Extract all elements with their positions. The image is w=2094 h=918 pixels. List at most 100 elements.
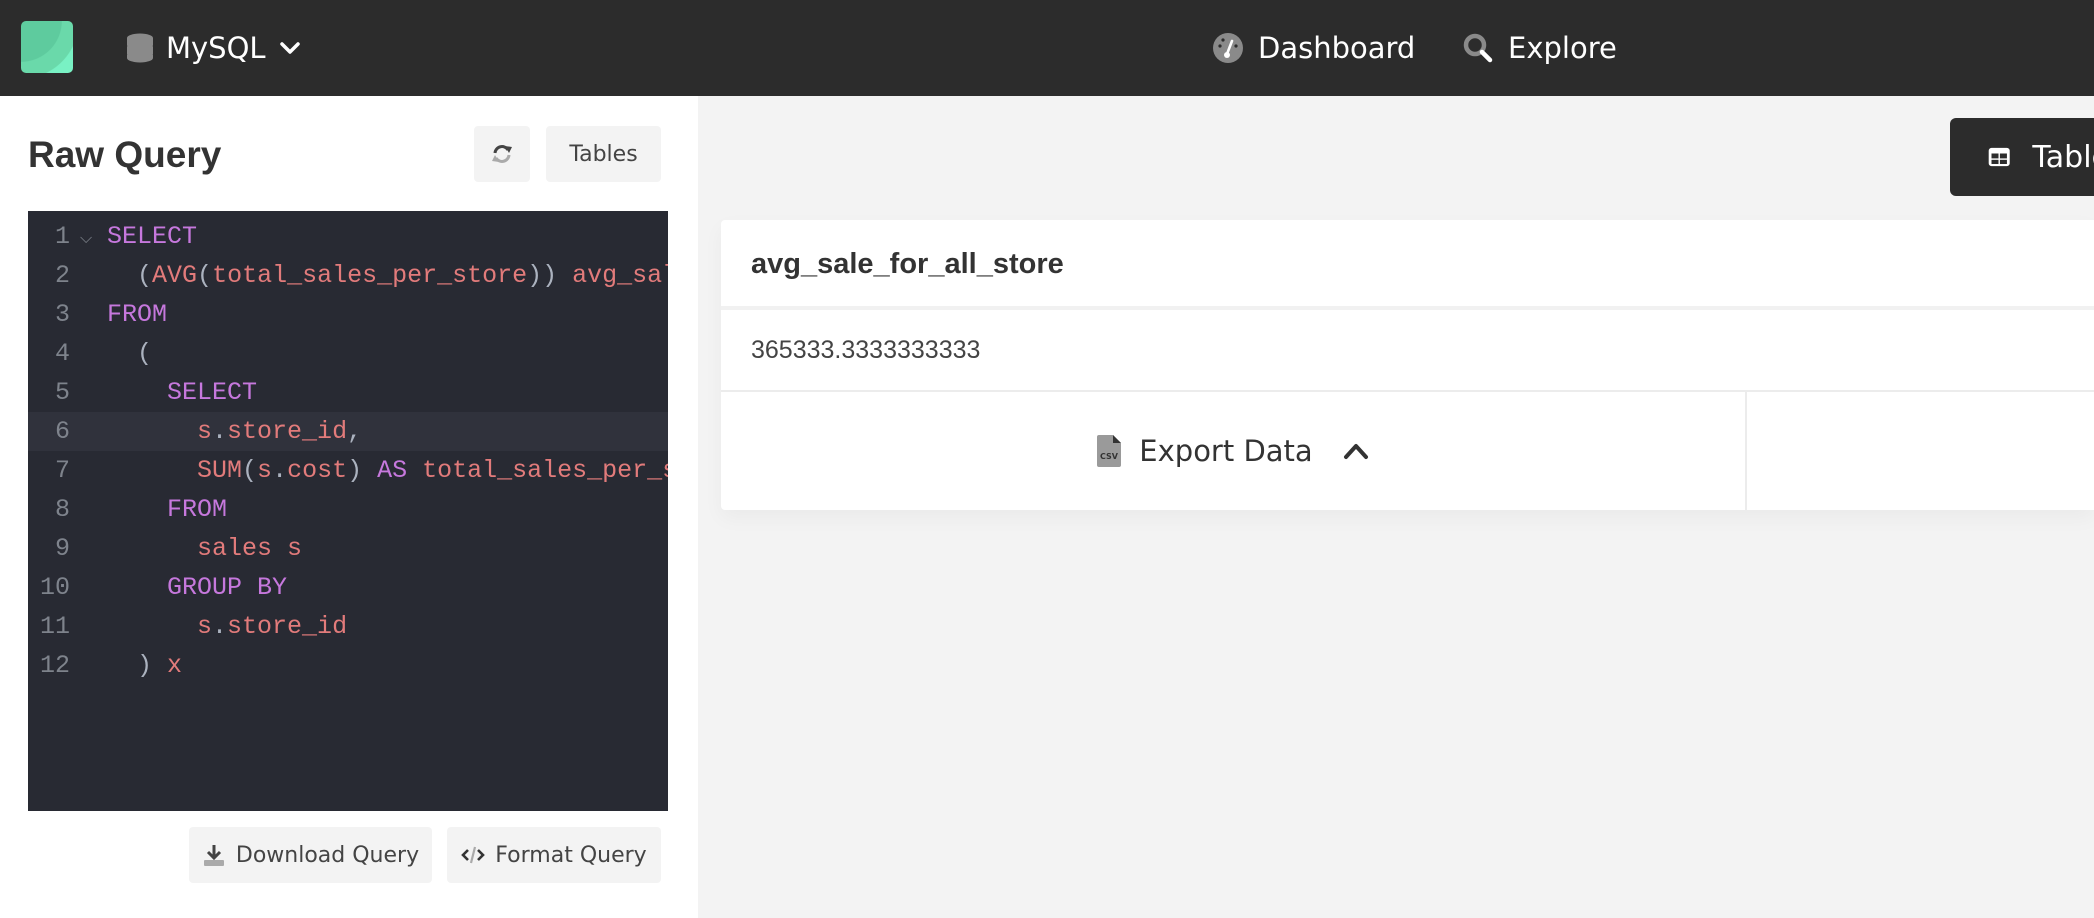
sql-token: SUM <box>197 456 243 485</box>
export-data-button[interactable]: CSV Export Data <box>721 392 1747 510</box>
code-line[interactable]: 12 ) x <box>28 646 668 685</box>
sql-token: , <box>347 417 363 446</box>
svg-text:CSV: CSV <box>1100 452 1119 461</box>
search-icon <box>1463 33 1493 63</box>
line-number: 5 <box>54 378 70 407</box>
code-icon <box>461 846 486 864</box>
tables-button-label: Tables <box>569 141 638 167</box>
line-number: 3 <box>54 300 70 329</box>
line-number: 11 <box>39 612 70 641</box>
code-text: SELECT <box>107 217 197 256</box>
export-data-label: Export Data <box>1139 434 1313 468</box>
database-icon <box>127 33 153 63</box>
chevron-up-icon <box>1343 444 1368 459</box>
code-line[interactable]: 5 SELECT <box>28 373 668 412</box>
sql-token: . <box>212 612 228 641</box>
sql-keyword: SELECT <box>107 222 198 251</box>
code-text: (AVG(total_sales_per_store)) avg_sale_fo… <box>107 256 668 295</box>
code-text: s.store_id, <box>107 412 362 451</box>
result-table: avg_sale_for_all_store 365333.3333333333… <box>721 220 2094 510</box>
nav-explore[interactable]: Explore <box>1462 26 1617 70</box>
database-selector[interactable]: MySQL <box>126 28 302 68</box>
view-tab-label: Table <box>2032 139 2094 175</box>
download-query-button[interactable]: Download Query <box>189 827 432 883</box>
sql-token: ( <box>242 456 258 485</box>
top-navbar: MySQL Dashboard Explore <box>0 0 2094 96</box>
download-icon <box>203 845 224 866</box>
code-line[interactable]: 2 (AVG(total_sales_per_store)) avg_sale_… <box>28 256 668 295</box>
code-line[interactable]: 6 s.store_id, <box>28 412 668 451</box>
sql-token: . <box>212 417 228 446</box>
code-line[interactable]: 7 SUM(s.cost) AS total_sales_per_store <box>28 451 668 490</box>
code-text: SUM(s.cost) AS total_sales_per_store <box>107 451 668 490</box>
line-number: 9 <box>54 534 70 563</box>
sql-token: s <box>197 612 213 641</box>
format-query-label: Format Query <box>495 842 647 868</box>
sql-token: total_sales_per_store <box>422 456 668 485</box>
code-text: FROM <box>107 490 227 529</box>
table-icon <box>1988 147 2010 167</box>
line-number: 12 <box>39 651 70 680</box>
code-line[interactable]: 9 sales s <box>28 529 668 568</box>
sql-keyword: AS <box>362 456 408 485</box>
code-text: SELECT <box>107 373 257 412</box>
line-number: 4 <box>54 339 70 368</box>
code-text: FROM <box>107 295 167 334</box>
sql-token: AVG <box>152 261 198 290</box>
csv-file-icon: CSV <box>1097 435 1122 467</box>
nav-dashboard[interactable]: Dashboard <box>1212 26 1415 70</box>
sql-token: ) <box>137 651 153 680</box>
line-number: 7 <box>54 456 70 485</box>
line-number: 8 <box>54 495 70 524</box>
sql-keyword: SELECT <box>167 378 258 407</box>
sql-token: sales s <box>197 534 303 563</box>
sql-token: store_id <box>227 612 348 641</box>
nav-dashboard-label: Dashboard <box>1258 31 1416 65</box>
sql-token: s <box>197 417 213 446</box>
sql-token: x <box>152 651 183 680</box>
sql-token: total_sales_per_store <box>212 261 528 290</box>
code-text: ( <box>107 334 152 373</box>
sql-token: cost <box>287 456 348 485</box>
sql-token: ) <box>347 456 363 485</box>
code-text: ) x <box>107 646 182 685</box>
code-text: GROUP BY <box>107 568 287 607</box>
sql-keyword: FROM <box>167 495 228 524</box>
column-header-label: avg_sale_for_all_store <box>751 248 1064 280</box>
sql-token: ( <box>137 339 153 368</box>
dashboard-gauge-icon <box>1213 33 1243 63</box>
code-line[interactable]: 1 ⌵ SELECT <box>28 217 668 256</box>
line-number: 6 <box>54 417 70 446</box>
fold-toggle-icon[interactable]: ⌵ <box>80 220 92 259</box>
download-query-label: Download Query <box>235 842 420 868</box>
chevron-down-icon <box>279 42 300 54</box>
format-query-button[interactable]: Format Query <box>447 827 661 883</box>
refresh-button[interactable] <box>474 126 530 182</box>
code-line[interactable]: 10 GROUP BY <box>28 568 668 607</box>
code-line[interactable]: 11 s.store_id <box>28 607 668 646</box>
sql-keyword: FROM <box>107 300 168 329</box>
sql-code-editor[interactable]: 1 ⌵ SELECT 2 (AVG(total_sales_per_store)) a… <box>28 211 668 811</box>
code-line[interactable]: 8 FROM <box>28 490 668 529</box>
sql-token: store_id <box>227 417 348 446</box>
code-text: s.store_id <box>107 607 347 646</box>
app-logo[interactable] <box>21 21 73 73</box>
sql-token: )) <box>527 261 558 290</box>
nav-explore-label: Explore <box>1508 31 1617 65</box>
code-line[interactable]: 4 ( <box>28 334 668 373</box>
sql-token: ( <box>197 261 213 290</box>
line-number: 10 <box>39 573 70 602</box>
table-row: 365333.3333333333 <box>721 314 2094 392</box>
refresh-icon <box>492 145 512 163</box>
database-label: MySQL <box>166 31 266 65</box>
sql-keyword: GROUP BY <box>167 573 288 602</box>
view-tab-table[interactable]: Table <box>1950 118 2094 196</box>
code-text: sales s <box>107 529 302 568</box>
tables-button[interactable]: Tables <box>546 126 661 182</box>
line-number: 1 <box>54 222 70 251</box>
code-line[interactable]: 3 FROM <box>28 295 668 334</box>
column-header[interactable]: avg_sale_for_all_store <box>721 220 2094 310</box>
query-panel: Raw Query Tables 1 ⌵ SELECT 2 (AVG(total_sa… <box>0 96 698 918</box>
line-number: 2 <box>54 261 70 290</box>
panel-title: Raw Query <box>28 134 222 175</box>
